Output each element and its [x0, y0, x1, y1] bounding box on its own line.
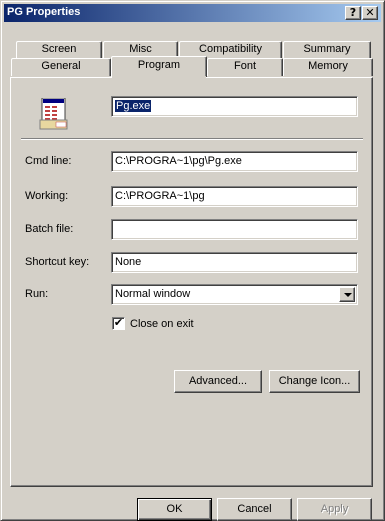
advanced-button[interactable]: Advanced...	[174, 370, 262, 393]
working-label: Working:	[25, 190, 69, 202]
close-on-exit-checkbox[interactable]: ✔	[112, 317, 125, 330]
change-icon-button[interactable]: Change Icon...	[269, 370, 360, 393]
working-dir-field[interactable]: C:\PROGRA~1\pg	[111, 186, 358, 207]
chevron-down-icon[interactable]	[339, 287, 355, 302]
apply-button[interactable]: Apply	[297, 498, 372, 521]
program-name-value: Pg.exe	[115, 100, 152, 112]
shortcut-key-field[interactable]: None	[111, 252, 358, 273]
cancel-button[interactable]: Cancel	[217, 498, 292, 521]
run-select-value: Normal window	[115, 288, 191, 300]
close-button[interactable]: ✕	[362, 6, 378, 20]
tab-screen[interactable]: Screen	[16, 41, 102, 59]
ok-button[interactable]: OK	[137, 498, 212, 521]
shortcut-key-label: Shortcut key:	[25, 256, 90, 268]
run-select[interactable]: Normal window	[111, 284, 358, 305]
cmd-line-field[interactable]: C:\PROGRA~1\pg\Pg.exe	[111, 151, 358, 172]
run-label: Run:	[25, 288, 49, 300]
msdos-program-icon	[39, 98, 68, 130]
title-bar[interactable]: PG Properties ? ✕	[4, 4, 381, 22]
batch-file-field[interactable]	[111, 219, 358, 240]
cmd-line-label: Cmd line:	[25, 155, 72, 167]
tab-font[interactable]: Font	[207, 58, 283, 76]
properties-window: PG Properties ? ✕ Screen Misc Compatibil…	[0, 0, 385, 521]
tab-summary[interactable]: Summary	[283, 41, 371, 59]
tab-program[interactable]: Program	[111, 56, 207, 79]
batch-file-label: Batch file:	[25, 223, 74, 235]
close-on-exit-label: Close on exit	[130, 318, 194, 330]
separator	[21, 138, 363, 140]
program-name-field[interactable]: Pg.exe	[111, 96, 358, 117]
window-title: PG Properties	[7, 6, 81, 18]
tab-general[interactable]: General	[11, 58, 111, 76]
tab-memory[interactable]: Memory	[283, 58, 373, 76]
help-button[interactable]: ?	[345, 6, 361, 20]
